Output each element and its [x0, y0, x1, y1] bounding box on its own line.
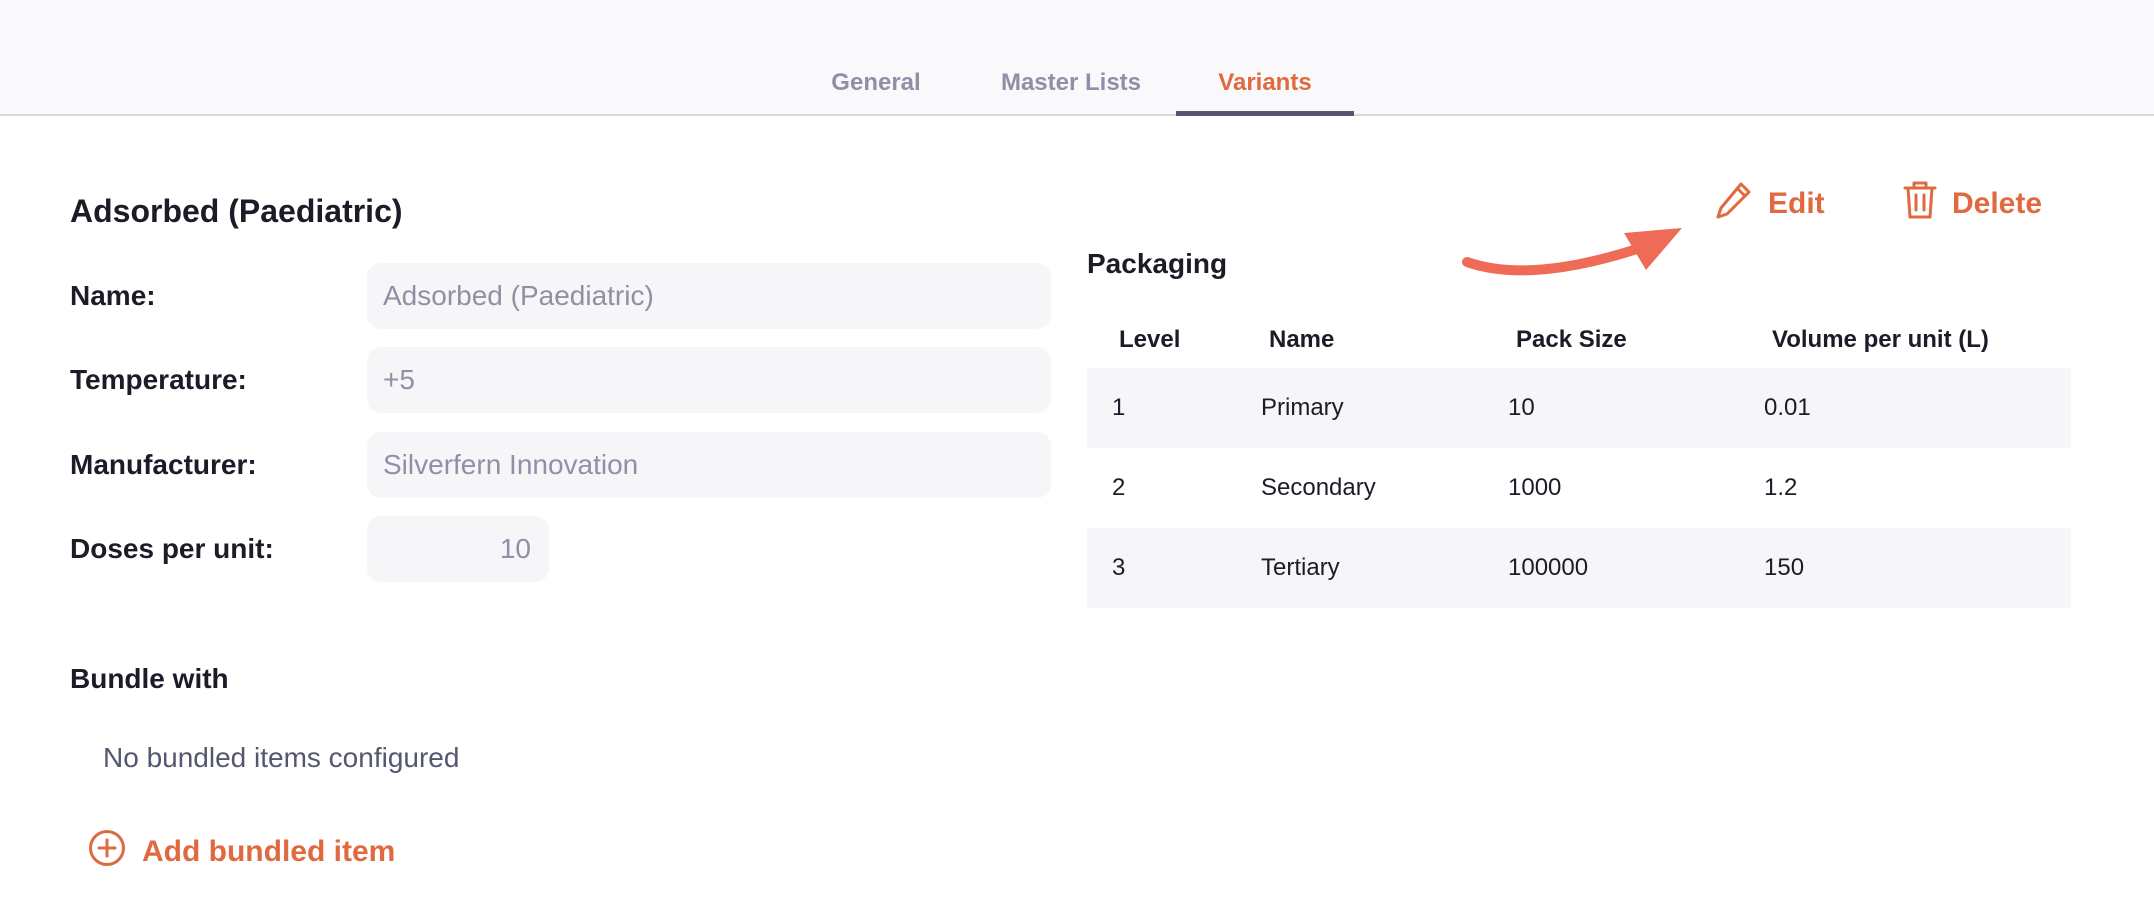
plus-circle-icon [88, 829, 126, 875]
tab-list: General Master Lists Variants [0, 0, 2154, 116]
edit-label: Edit [1768, 187, 1825, 220]
cell-volume: 1.2 [1764, 474, 1798, 501]
cell-pack-size: 1000 [1508, 474, 1562, 501]
add-bundled-item-button[interactable]: Add bundled item [88, 830, 395, 874]
cell-volume: 0.01 [1764, 368, 2071, 448]
cell-level: 3 [1087, 528, 1261, 608]
manufacturer-field[interactable] [367, 432, 1051, 498]
doses-per-unit-field[interactable] [367, 516, 549, 582]
cell-pack-size: 100000 [1508, 528, 1764, 608]
table-row: 1 Primary 10 0.01 [1087, 368, 2071, 448]
packaging-table: Level Name Pack Size Volume per unit (L)… [1087, 318, 2071, 608]
bundle-with-title: Bundle with [70, 663, 229, 694]
cell-name: Primary [1261, 368, 1508, 448]
variant-title: Adsorbed (Paediatric) [70, 193, 403, 229]
manufacturer-label: Manufacturer: [70, 449, 257, 480]
temperature-field[interactable] [367, 347, 1051, 413]
column-header-level: Level [1119, 326, 1181, 353]
table-row: 3 Tertiary 100000 150 [1087, 528, 2071, 608]
packaging-header-row: Level Name Pack Size Volume per unit (L) [1087, 318, 2071, 368]
column-header-volume: Volume per unit (L) [1772, 326, 1989, 353]
packaging-title: Packaging [1087, 248, 1228, 279]
tab-general[interactable]: General [810, 62, 942, 116]
tab-master-lists[interactable]: Master Lists [978, 62, 1164, 116]
column-header-name: Name [1269, 326, 1335, 353]
tab-variants[interactable]: Variants [1176, 62, 1354, 116]
delete-button[interactable]: Delete [1902, 180, 2042, 228]
pencil-icon [1714, 179, 1754, 229]
annotation-arrow-icon [1462, 228, 1682, 276]
top-tab-bar: General Master Lists Variants [0, 0, 2154, 116]
cell-name: Tertiary [1261, 528, 1508, 608]
cell-pack-size: 10 [1508, 368, 1764, 448]
doses-per-unit-label: Doses per unit: [70, 533, 274, 564]
temperature-label: Temperature: [70, 364, 247, 395]
cell-name: Secondary [1261, 474, 1376, 501]
cell-level: 2 [1112, 474, 1126, 501]
edit-button[interactable]: Edit [1714, 180, 1825, 228]
trash-icon [1902, 179, 1938, 229]
name-label: Name: [70, 280, 156, 311]
add-bundled-item-label: Add bundled item [142, 835, 396, 868]
cell-volume: 150 [1764, 528, 2071, 608]
column-header-pack-size: Pack Size [1516, 326, 1627, 353]
no-bundled-items-text: No bundled items configured [103, 742, 460, 773]
delete-label: Delete [1952, 187, 2043, 220]
name-field[interactable] [367, 263, 1051, 329]
cell-level: 1 [1087, 368, 1261, 448]
table-row: 2 Secondary 1000 1.2 [1087, 448, 2071, 528]
